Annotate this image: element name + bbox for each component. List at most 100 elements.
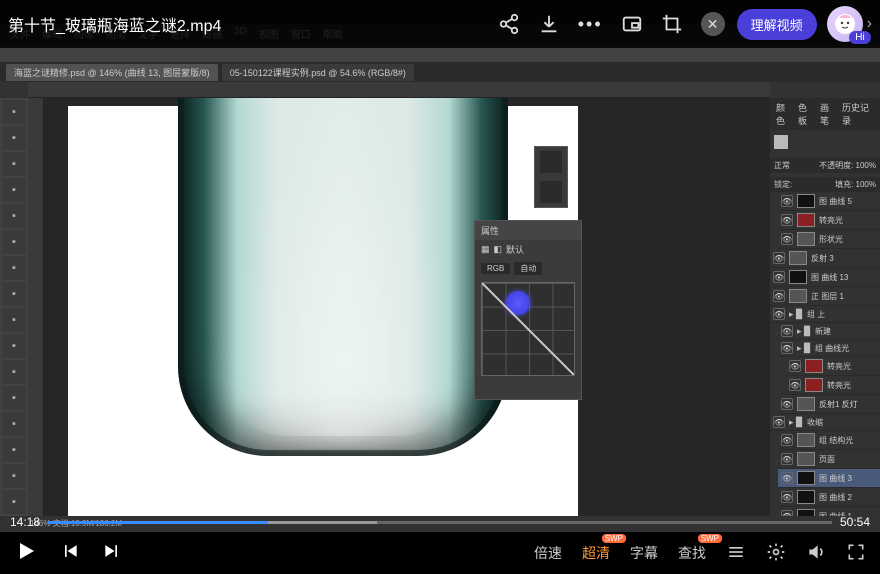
ps-toolbar: ▪▪▪▪▪▪▪▪▪▪▪▪▪▪▪▪ [0, 98, 28, 516]
eye-icon: 👁 [773, 271, 785, 283]
ps-canvas-area: 属性 ▦◧默认 RGB自动 [28, 98, 770, 516]
layer-name: 反射 3 [811, 253, 834, 264]
eye-icon: 👁 [789, 360, 801, 372]
layer-name: 正 图层 1 [811, 291, 844, 302]
eye-icon: 👁 [781, 472, 793, 484]
ps-document-tabs: 海蓝之谜精修.psd @ 146% (曲线 13, 图层蒙版/8)05-1501… [0, 62, 880, 82]
avatar[interactable]: Hi [827, 6, 863, 42]
curves-grid [481, 282, 575, 376]
ps-tool: ▪ [2, 334, 26, 358]
next-button[interactable] [102, 541, 122, 566]
eye-icon: 👁 [773, 416, 785, 428]
eye-icon: 👁 [781, 233, 793, 245]
layer-row: 👁 图 曲线 13 [770, 268, 880, 287]
close-icon[interactable]: ✕ [701, 12, 725, 36]
ps-tool: ▪ [2, 152, 26, 176]
layer-name: 组 曲线光 [815, 343, 849, 354]
progress-bar[interactable]: 14:18 50:54 [0, 512, 880, 532]
understand-video-button[interactable]: 理解视频 [737, 9, 817, 40]
video-area: 文件编辑图像图层文字选择滤镜3D视图窗口帮助 海蓝之谜精修.psd @ 146%… [0, 0, 880, 532]
time-total: 50:54 [840, 515, 870, 529]
ps-tool: ▪ [2, 282, 26, 306]
more-icon[interactable]: ••• [578, 14, 603, 35]
volume-icon[interactable] [806, 542, 826, 565]
ps-canvas: 属性 ▦◧默认 RGB自动 [68, 106, 578, 516]
layer-name: 图 曲线 5 [819, 196, 852, 207]
ps-doc-tab: 海蓝之谜精修.psd @ 146% (曲线 13, 图层蒙版/8) [6, 64, 218, 81]
crop-icon[interactable] [661, 13, 683, 35]
eye-icon: 👁 [781, 491, 793, 503]
ps-panels-right: 颜色 色板 画笔 历史记录 正常不透明度: 100% 锁定:填充: 100% 👁… [770, 98, 880, 516]
curves-title: 属性 [475, 221, 581, 240]
ps-tool: ▪ [2, 126, 26, 150]
layer-name: 转亮光 [827, 361, 851, 372]
ps-tool: ▪ [2, 464, 26, 488]
playlist-icon[interactable] [726, 542, 746, 565]
layer-row: 👁反射1 反灯 [778, 395, 880, 414]
speed-button[interactable]: 倍速 [534, 543, 562, 563]
fullscreen-icon[interactable] [846, 542, 866, 565]
layer-row: 👁形状光 [778, 230, 880, 249]
eye-icon: 👁 [781, 434, 793, 446]
eye-icon: 👁 [781, 325, 793, 337]
eye-icon: 👁 [773, 290, 785, 302]
curve-point-cursor [506, 291, 530, 315]
eye-icon: 👁 [789, 379, 801, 391]
settings-icon[interactable] [766, 542, 786, 565]
share-icon[interactable] [498, 13, 520, 35]
layer-name: 页面 [819, 454, 835, 465]
layer-row: 👁 转亮光 [786, 357, 880, 376]
layer-name: 图 曲线 3 [819, 473, 852, 484]
ps-tool: ▪ [2, 386, 26, 410]
layer-row: 👁组 结构光 [778, 431, 880, 450]
layer-row: 👁 页面 [778, 450, 880, 469]
layer-name: 转亮光 [827, 380, 851, 391]
eye-icon: 👁 [781, 453, 793, 465]
hi-badge: Hi [849, 31, 870, 44]
ps-tool: ▪ [2, 490, 26, 514]
eye-icon: 👁 [773, 308, 785, 320]
layer-name: 组 上 [807, 309, 825, 320]
ps-doc-tab: 05-150122课程实例.psd @ 54.6% (RGB/8#) [222, 64, 414, 81]
eye-icon: 👁 [781, 214, 793, 226]
ps-tool: ▪ [2, 178, 26, 202]
time-current: 14:18 [10, 515, 40, 529]
pip-icon[interactable] [621, 13, 643, 35]
layer-row: 👁 图 曲线 3 [778, 469, 880, 488]
find-button[interactable]: 查找SWP [678, 543, 706, 563]
layers-list: 👁图 曲线 5👁转亮光👁形状光👁反射 3👁图 曲线 13👁正 图层 1👁▸ ▉组… [770, 192, 880, 516]
ps-tool: ▪ [2, 412, 26, 436]
layer-name: 转亮光 [819, 215, 843, 226]
ps-tool: ▪ [2, 204, 26, 228]
layer-row: 👁 转亮光 [786, 376, 880, 395]
layer-name: 反射1 反灯 [819, 399, 858, 410]
layer-row: 👁反射 3 [770, 249, 880, 268]
layer-name: 图 曲线 2 [819, 492, 852, 503]
layer-row: 👁▸ ▉组 曲线光 [778, 340, 880, 357]
ps-tool: ▪ [2, 360, 26, 384]
video-header: 第十节_玻璃瓶海蓝之谜2.mp4 ••• ✕ 理解视频 Hi › [0, 0, 880, 48]
eye-icon: 👁 [781, 342, 793, 354]
subtitle-button[interactable]: 字幕 [630, 543, 658, 563]
ps-ruler-vertical [28, 98, 44, 516]
eye-icon: 👁 [781, 195, 793, 207]
layer-row: 👁▸ ▉新建 [778, 323, 880, 340]
layer-name: 图 曲线 13 [811, 272, 848, 283]
ps-tool: ▪ [2, 230, 26, 254]
download-icon[interactable] [538, 13, 560, 35]
ps-ruler-horizontal [28, 82, 770, 98]
seek-track[interactable] [48, 521, 832, 524]
play-button[interactable] [14, 539, 38, 568]
layer-row: 👁 正 图层 1 [770, 287, 880, 306]
layer-row: 👁▸ ▉组 上 [770, 306, 880, 323]
ps-tool: ▪ [2, 256, 26, 280]
glass-bottle-artwork [178, 98, 508, 456]
ps-curves-panel: 属性 ▦◧默认 RGB自动 [474, 220, 582, 400]
layer-row: 👁 图 曲线 2 [778, 488, 880, 507]
photoshop-frame: 文件编辑图像图层文字选择滤镜3D视图窗口帮助 海蓝之谜精修.psd @ 146%… [0, 24, 880, 532]
quality-button[interactable]: 超清SWP [582, 543, 610, 563]
prev-button[interactable] [60, 541, 80, 566]
video-title: 第十节_玻璃瓶海蓝之谜2.mp4 [8, 12, 498, 36]
chevron-right-icon[interactable]: › [867, 15, 872, 33]
layer-row: 👁 转亮光 [778, 211, 880, 230]
